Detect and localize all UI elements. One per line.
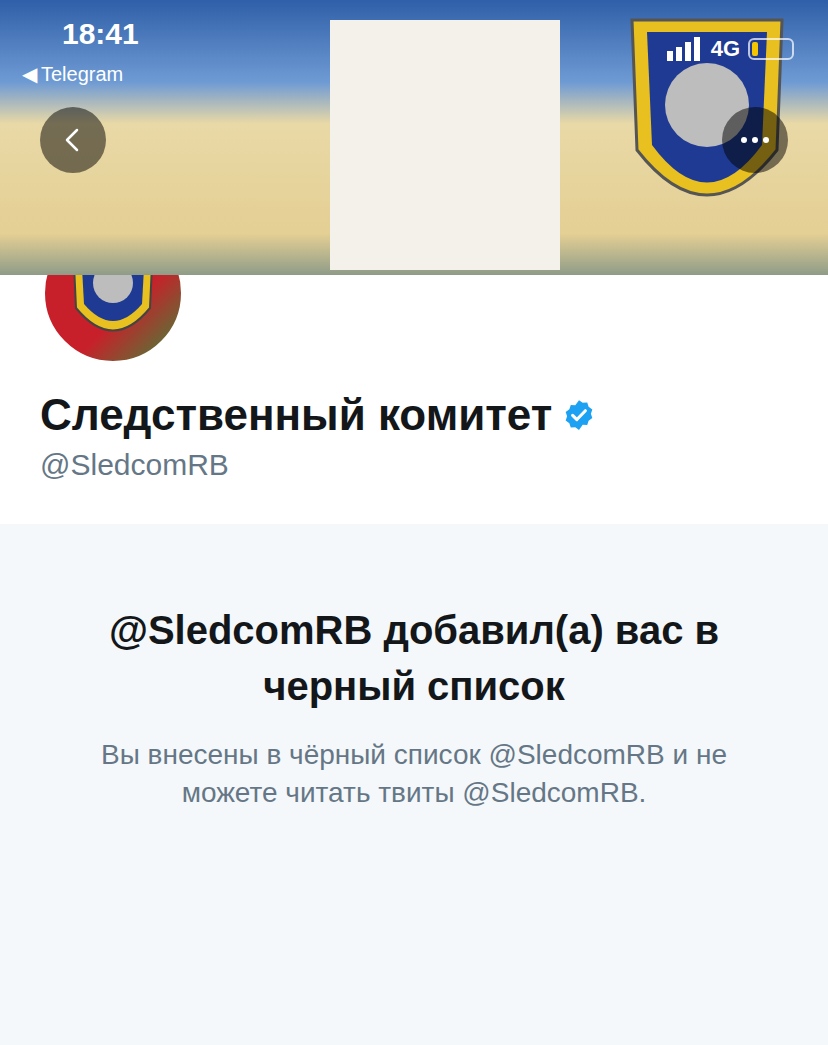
blocked-notice: @SledcomRB добавил(а) вас в черный списо… <box>0 524 828 1045</box>
signal-icon <box>667 37 703 61</box>
banner-photo: 18:41 ◀ Telegram 4G <box>0 0 828 275</box>
profile-header: Следственный комитет @SledcomRB <box>0 275 828 524</box>
more-button[interactable] <box>722 107 788 173</box>
profile-name: Следственный комитет <box>40 388 552 442</box>
status-icons: 4G <box>667 36 794 62</box>
back-button[interactable] <box>40 107 106 173</box>
network-label: 4G <box>711 36 740 62</box>
name-row: Следственный комитет <box>40 388 788 442</box>
blocked-title: @SledcomRB добавил(а) вас в черный списо… <box>74 602 754 714</box>
back-app-label[interactable]: Telegram <box>41 62 123 86</box>
clock: 18:41 <box>62 16 139 52</box>
blocked-message: Вы внесены в чёрный список @SledcomRB и … <box>69 736 759 812</box>
back-app-icon[interactable]: ◀ <box>22 62 37 86</box>
profile-handle: @SledcomRB <box>40 446 788 484</box>
building-portico <box>330 20 560 270</box>
battery-fill <box>752 42 758 56</box>
verified-badge-icon <box>562 398 596 432</box>
battery-icon <box>748 38 794 60</box>
profile-screen: 18:41 ◀ Telegram 4G <box>0 0 828 1045</box>
chevron-left-icon <box>60 127 86 153</box>
more-icon <box>740 136 770 144</box>
back-to-app[interactable]: ◀ Telegram <box>22 62 123 86</box>
